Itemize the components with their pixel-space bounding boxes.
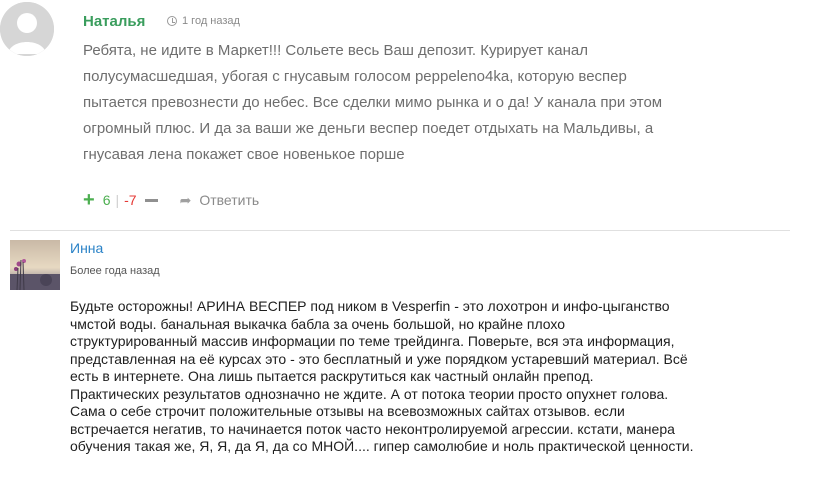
comment-line: структурированный массив информации по т… — [70, 333, 675, 349]
user-avatar-photo[interactable] — [10, 240, 60, 290]
comment-timestamp: 1 год назад — [167, 15, 240, 27]
comment-divider — [10, 230, 790, 231]
timestamp-text: 1 год назад — [182, 15, 240, 27]
comment-actions: + 6 | -7 ➦ Ответить — [83, 190, 259, 210]
plus-icon[interactable]: + — [83, 190, 95, 210]
votes-up-count: 6 — [102, 192, 111, 208]
comment-natalya: Наталья 1 год назад Ребята, не идите в М… — [0, 0, 800, 222]
comment-author[interactable]: Инна — [70, 240, 103, 256]
comment-line: пытается превознести до небес. Все сделк… — [83, 94, 663, 111]
votes-down-count: -7 — [124, 192, 137, 208]
comment-line: гнусавая лена покажет свое новенькое пор… — [83, 146, 405, 163]
minus-icon[interactable] — [144, 198, 158, 202]
comment-line: обучения такая же, Я, Я, да Я, да со МНО… — [70, 438, 694, 454]
comment-body: Ребята, не идите в Маркет!!! Сольете вес… — [83, 38, 743, 168]
comment-line: встречается негатив, то начинается поток… — [70, 420, 675, 437]
comment-line: Практических результатов однозначно не ж… — [70, 385, 669, 402]
clock-icon — [167, 16, 177, 26]
comment-body: Будьте осторожны! АРИНА ВЕСПЕР под ником… — [70, 298, 810, 456]
comment-line: представленная на её курсах это - это бе… — [70, 350, 688, 367]
comment-line: Будьте осторожны! АРИНА ВЕСПЕР под ником… — [70, 298, 670, 314]
comment-line: Ребята, не идите в Маркет!!! Сольете вес… — [83, 42, 589, 59]
reply-button[interactable]: Ответить — [199, 192, 259, 208]
comment-author: Наталья — [83, 13, 146, 30]
comment-timestamp: Более года назад — [70, 265, 160, 277]
reply-arrow-icon[interactable]: ➦ — [180, 192, 192, 209]
comment-line: полусумасшедшая, убогая с гнусавым голос… — [83, 68, 627, 85]
comment-line: Сама о себе строчит положительные отзывы… — [70, 403, 625, 419]
comment-line: огромный плюс. И да за ваши же деньги ве… — [83, 120, 654, 137]
comment-line: есть в интернете. Она лишь пытается раск… — [70, 368, 594, 384]
vote-separator: | — [115, 192, 120, 208]
comment-line: чмстой воды. банальная выкачка бабла за … — [70, 315, 566, 332]
default-avatar-icon[interactable] — [0, 2, 54, 56]
